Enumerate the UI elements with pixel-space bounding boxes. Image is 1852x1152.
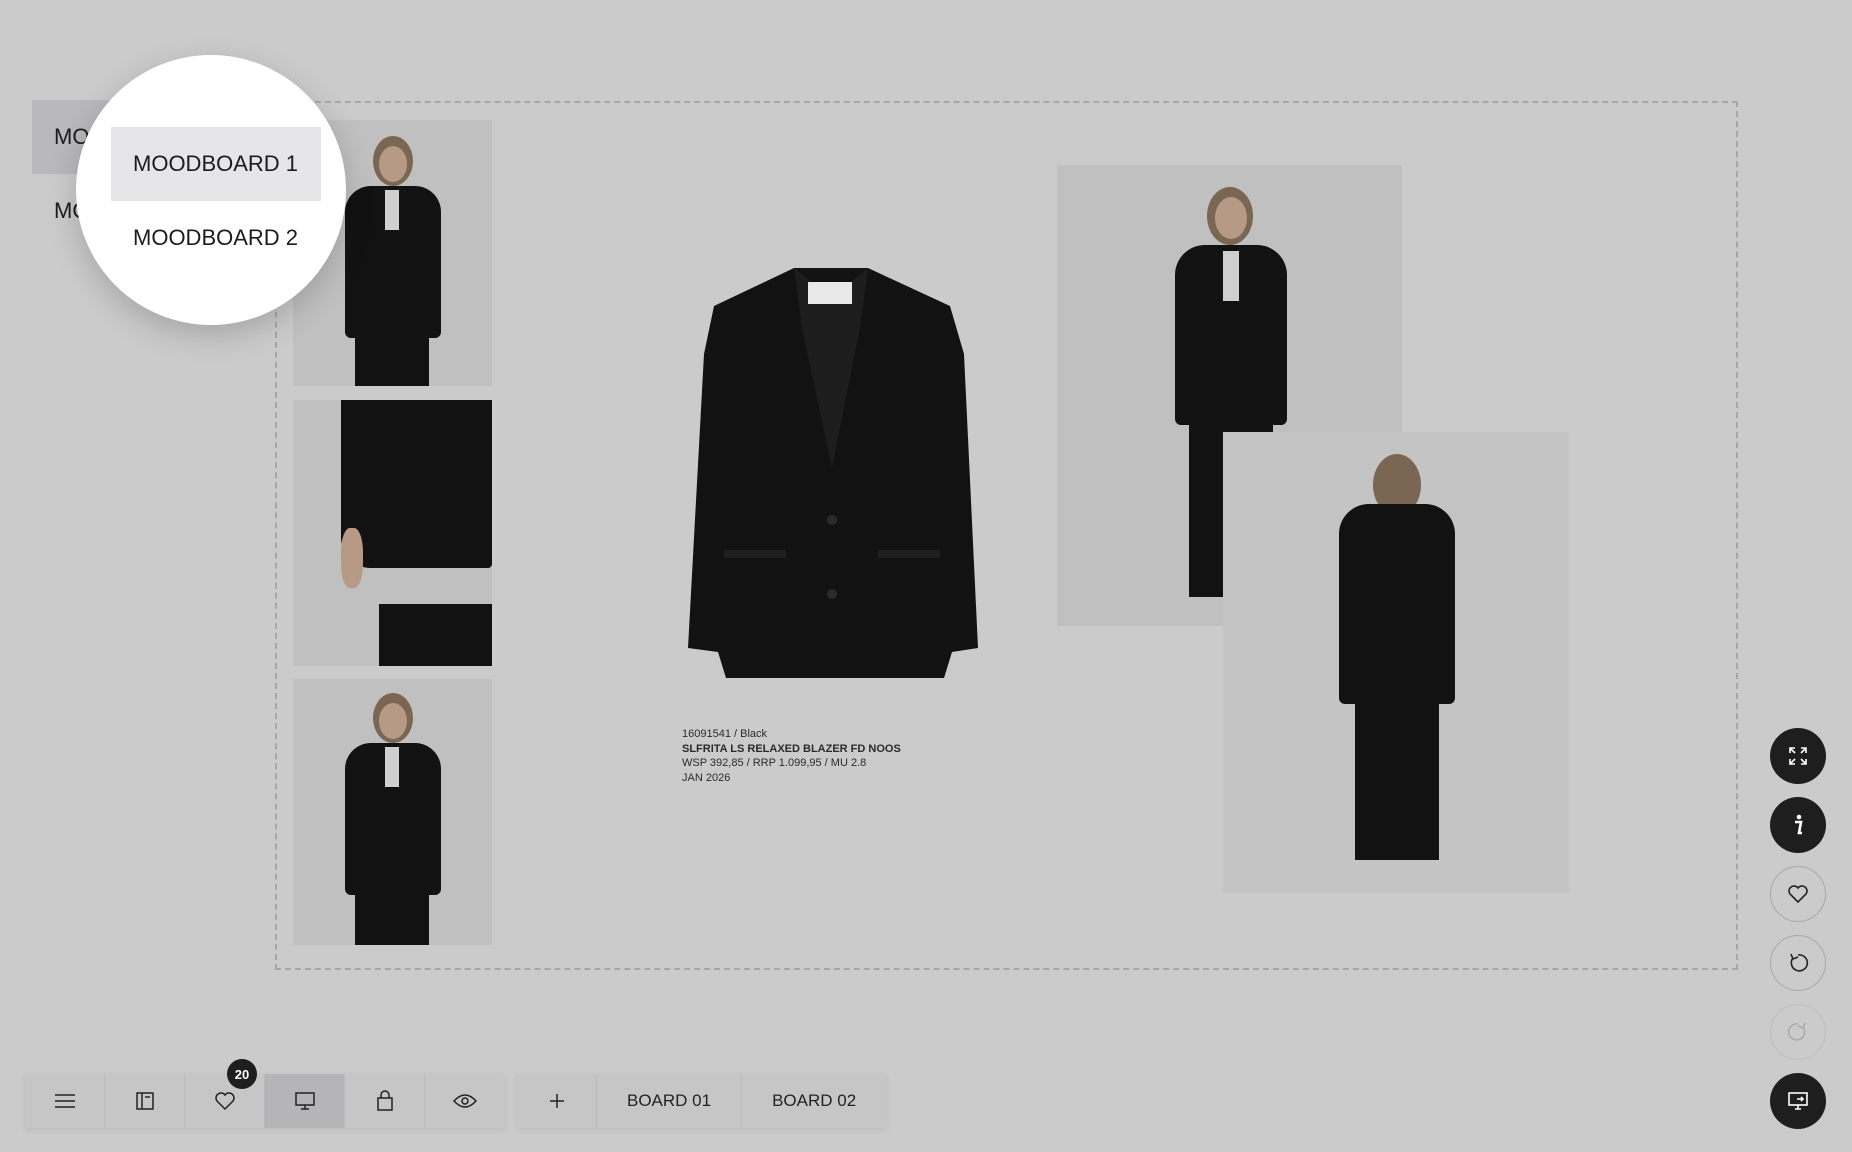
- heart-icon: [214, 1092, 235, 1111]
- plus-icon: [549, 1094, 564, 1108]
- bottom-toolbar: 20 BOARD 01 BOARD 02: [25, 1059, 898, 1128]
- product-pricing: WSP 392,85 / RRP 1.099,95 / MU 2.8: [682, 757, 867, 769]
- menu-icon: [54, 1094, 75, 1108]
- tab-label: BOARD 01: [627, 1091, 712, 1110]
- moodboard-option-2[interactable]: MOODBOARD 2: [111, 201, 321, 275]
- expand-icon: [1789, 747, 1807, 765]
- book-icon: [135, 1092, 154, 1110]
- tab-board-02[interactable]: BOARD 02: [742, 1074, 886, 1128]
- monitor-icon: [294, 1092, 315, 1110]
- model-photo-back[interactable]: [1223, 432, 1569, 893]
- menu-button[interactable]: [25, 1074, 105, 1128]
- toolbar-board-tabs: BOARD 01 BOARD 02: [517, 1074, 887, 1128]
- add-board-button[interactable]: [517, 1074, 597, 1128]
- tab-label: BOARD 02: [772, 1091, 857, 1110]
- moodboard-option-label: MOODBOARD 1: [133, 151, 299, 176]
- redo-button[interactable]: [1770, 1004, 1826, 1060]
- favorites-count-badge: 20: [227, 1059, 257, 1089]
- moodboard-option-label: MOODBOARD 2: [133, 225, 299, 250]
- product-season: JAN 2026: [682, 771, 731, 784]
- toolbar-main-group: 20: [25, 1059, 505, 1128]
- tab-board-01[interactable]: BOARD 01: [597, 1074, 743, 1128]
- eye-icon: [453, 1094, 477, 1108]
- favorite-button[interactable]: [1770, 866, 1826, 922]
- product-info: 16091541 / Black SLFRITA LS RELAXED BLAZ…: [682, 727, 901, 785]
- product-style-color: 16091541 / Black: [682, 728, 768, 740]
- model-photo-detail[interactable]: [293, 400, 492, 666]
- blazer-graphic: [688, 268, 978, 678]
- model-photo-front-2[interactable]: [293, 679, 492, 945]
- undo-icon: [1790, 953, 1809, 972]
- redo-icon: [1787, 1022, 1806, 1041]
- board-view-button[interactable]: [265, 1074, 345, 1128]
- moodboard-option-1[interactable]: MOODBOARD 1: [111, 127, 321, 201]
- blazer-product-image[interactable]: [682, 258, 980, 718]
- board-actions: [1770, 728, 1826, 1142]
- present-button[interactable]: [1770, 1073, 1826, 1129]
- expand-button[interactable]: [1770, 728, 1826, 784]
- cart-button[interactable]: [345, 1074, 425, 1128]
- catalog-button[interactable]: [105, 1074, 185, 1128]
- preview-button[interactable]: [425, 1074, 505, 1128]
- present-icon: [1788, 1092, 1808, 1110]
- info-button[interactable]: [1770, 797, 1826, 853]
- product-name: SLFRITA LS RELAXED BLAZER FD NOOS: [682, 742, 901, 755]
- shopping-bag-icon: [376, 1090, 393, 1111]
- favorites-button[interactable]: 20: [185, 1059, 265, 1128]
- info-icon: [1795, 814, 1803, 835]
- undo-button[interactable]: [1770, 935, 1826, 991]
- magnifier-overlay: MOODBOARD 1 MOODBOARD 2: [76, 55, 346, 325]
- heart-icon: [1788, 885, 1808, 904]
